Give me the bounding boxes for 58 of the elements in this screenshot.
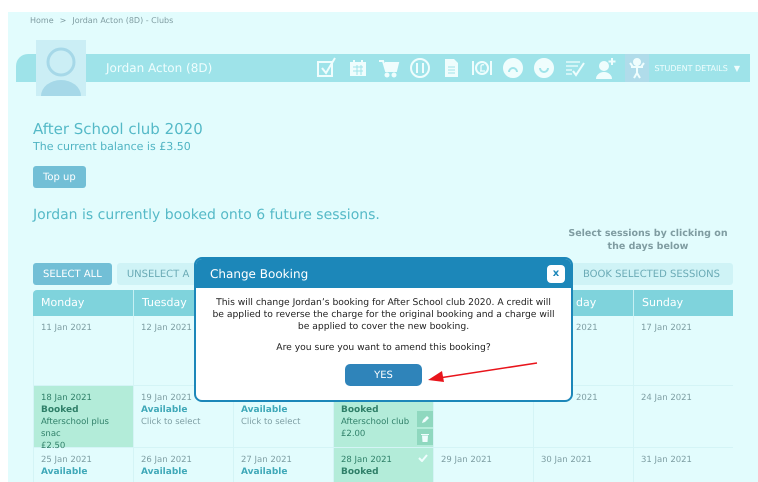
calendar-day-cell[interactable]: 26 Jan 2021 Available <box>133 448 233 482</box>
session-price: £2.00 <box>341 428 366 440</box>
session-date: 25 Jan 2021 <box>41 454 92 466</box>
breadcrumb-link[interactable]: Home <box>30 16 54 29</box>
top-up-button[interactable]: Top up <box>33 166 86 188</box>
select-all-button[interactable]: SELECT ALL <box>33 263 112 285</box>
calendar-day-cell[interactable]: 30 Jan 2021 <box>533 448 633 482</box>
calendar-day-cell[interactable]: 29 Jan 2021 <box>433 448 533 482</box>
club-title: After School club 2020 <box>33 120 204 138</box>
session-date: 2021 <box>576 392 598 404</box>
session-date: 26 Jan 2021 <box>141 454 192 466</box>
close-button[interactable]: x <box>547 264 565 282</box>
edit-button[interactable] <box>417 411 433 427</box>
breadcrumb-separator: > <box>60 16 66 27</box>
dialog-title: Change Booking <box>210 266 308 280</box>
balance-text: The current balance is £3.50 <box>33 140 192 153</box>
session-detail: Click to select <box>241 416 300 428</box>
session-date: 18 Jan 2021 <box>41 392 92 404</box>
session-detail: Click to select <box>141 416 200 428</box>
delete-button[interactable] <box>417 429 433 445</box>
day-header: Sunday <box>633 290 733 316</box>
student-name: Jordan Acton (8D) <box>106 61 214 75</box>
session-status: Booked <box>341 466 379 478</box>
session-status: Available <box>241 466 288 478</box>
calendar-day-cell[interactable]: 17 Jan 2021 <box>633 316 733 386</box>
session-status: Available <box>141 466 188 478</box>
trash-icon <box>421 432 429 442</box>
session-date: 17 Jan 2021 <box>641 322 692 334</box>
session-date: 28 Jan 2021 <box>341 454 392 466</box>
dialog-question: Are you sure you want to amend this booking? <box>275 342 492 353</box>
session-date: 24 Jan 2021 <box>641 392 692 404</box>
calendar-day-cell[interactable]: 24 Jan 2021 <box>633 386 733 448</box>
session-date: 11 Jan 2021 <box>41 322 92 334</box>
selection-hint: Select sessions by clicking on the days below <box>567 227 729 253</box>
session-date: 12 Jan 2021 <box>141 322 192 334</box>
session-date: 29 Jan 2021 <box>441 454 492 466</box>
session-status: Booked <box>41 404 79 416</box>
caret-icon: ▼ <box>734 64 740 72</box>
breadcrumb-link[interactable]: Jordan Acton (8D) - Clubs <box>72 16 174 29</box>
calendar-day-cell[interactable]: 18 Jan 2021 Booked Afterschool plus snac £2.50 <box>33 386 133 448</box>
session-date: 31 Jan 2021 <box>641 454 692 466</box>
session-date: 30 Jan 2021 <box>541 454 592 466</box>
yes-button[interactable]: YES <box>345 364 422 386</box>
session-date: 27 Jan 2021 <box>241 454 292 466</box>
session-date: 19 Jan 2021 <box>141 392 192 404</box>
day-header: Monday <box>33 290 133 316</box>
session-date: 2021 <box>576 322 598 334</box>
session-status: Available <box>41 466 88 478</box>
session-detail: Afterschool club <box>341 416 410 428</box>
session-status: Booked <box>341 404 379 416</box>
calendar-day-cell[interactable]: 28 Jan 2021 Booked <box>333 448 433 482</box>
calendar-day-cell[interactable]: 31 Jan 2021 <box>633 448 733 482</box>
session-detail: Afterschool plus snac <box>41 416 110 440</box>
student-details-menu[interactable]: STUDENT DETAILS ▼ <box>654 64 740 72</box>
session-status: Available <box>241 404 288 416</box>
booking-summary: Jordan is currently booked onto 6 future sessions. <box>33 207 381 223</box>
session-status: Available <box>141 404 188 416</box>
pencil-icon <box>420 414 430 424</box>
